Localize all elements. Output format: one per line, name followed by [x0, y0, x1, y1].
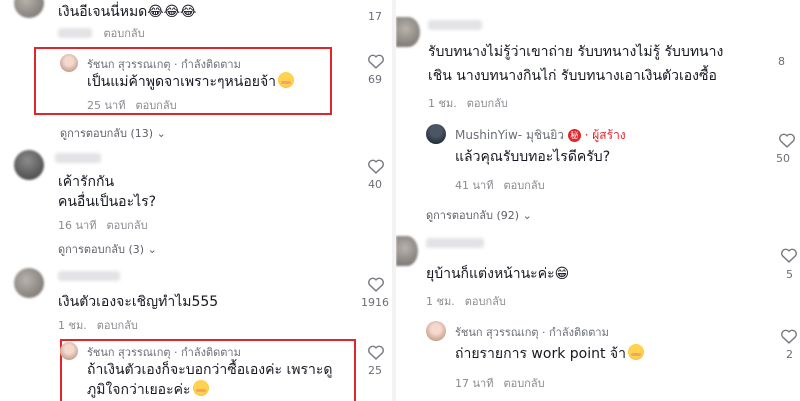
- comment-meta: 1 ชม. ตอบกลับ: [426, 292, 506, 310]
- comment-text-line2: เชิน นางบทนางกินไก่ รับบทนางเอาเงินตัวเอ…: [428, 68, 717, 84]
- like-count: 8: [778, 55, 785, 68]
- comment-text-line2: คนอื่นเป็นอะไร?: [58, 194, 157, 210]
- comment-meta: 16 นาที ตอบกลับ: [58, 216, 148, 234]
- comment-text: แล้วคุณรับบทอะไรดีครับ?: [455, 149, 611, 165]
- comment-text: เป็นแม่ค้าพูดจาเพราะๆหน่อยจ้า: [87, 72, 295, 92]
- reply-button[interactable]: ตอบกลับ: [104, 27, 145, 40]
- reply-button[interactable]: ตอบกลับ: [135, 99, 176, 112]
- comment-text-line1: ถ้าเงินตัวเองก็จะบอกว่าซื้อเองค่ะ เพราะด…: [87, 362, 333, 378]
- reply-button[interactable]: ตอบกลับ: [503, 179, 544, 192]
- comment-text: ถ่ายรายการ work point จ้า: [455, 344, 644, 364]
- left-comment-panel: เงินอีเจนนี่หมด😂😂😂 17 ตอบกลับ รัชนก สุวร…: [0, 0, 392, 401]
- chevron-down-icon: ⌄: [522, 209, 532, 222]
- like-count: 69: [368, 73, 382, 86]
- smiling-face-emoji: [278, 72, 295, 88]
- view-replies-link[interactable]: ดูการตอบกลับ (13) ⌄: [60, 124, 166, 142]
- like-count: 40: [368, 178, 382, 191]
- grinning-emoji: 😁: [554, 266, 570, 282]
- chevron-down-icon: ⌄: [147, 243, 157, 256]
- reply-button[interactable]: ตอบกลับ: [465, 295, 506, 308]
- like-heart-icon[interactable]: [780, 247, 798, 263]
- reply-button[interactable]: ตอบกลับ: [467, 97, 508, 110]
- comment-meta: 25 นาที ตอบกลับ: [87, 96, 177, 114]
- comment-author[interactable]: MushinYiw- มุชินยิว 秘 · ผู้สร้าง: [455, 126, 626, 145]
- comment-meta: 1 ชม. ตอบกลับ: [58, 316, 138, 334]
- like-heart-icon[interactable]: [367, 344, 385, 360]
- comment-meta: ตอบกลับ: [58, 24, 145, 42]
- comment-time: 41 นาที: [455, 179, 494, 192]
- blurred-username: [58, 271, 120, 281]
- like-count: 25: [368, 364, 382, 377]
- smiling-face-emoji: [192, 380, 209, 396]
- blurred-username: [426, 238, 484, 248]
- comment-meta: 41 นาที ตอบกลับ: [455, 176, 545, 194]
- commenter-avatar[interactable]: [396, 17, 420, 47]
- like-heart-icon[interactable]: [780, 328, 798, 344]
- author-avatar[interactable]: [60, 54, 78, 72]
- smiling-face-emoji: [627, 344, 644, 360]
- comment-text-line1: รับบทนางไม่รู้ว่าเขาถ่าย รับบทนางไม่รู้ …: [428, 44, 724, 60]
- comment-time: 1 ชม.: [428, 97, 457, 110]
- commenter-avatar[interactable]: [14, 150, 44, 180]
- like-count: 50: [776, 152, 790, 165]
- comment-time: 17 นาที: [455, 377, 494, 390]
- comment-time: 1 ชม.: [58, 319, 87, 332]
- comment-text: เงินอีเจนนี่หมด😂😂😂: [58, 4, 197, 20]
- comment-time: 16 นาที: [58, 219, 97, 232]
- comment-text: เงินตัวเองจะเชิญทำไม555: [58, 294, 219, 310]
- reply-button[interactable]: ตอบกลับ: [503, 377, 544, 390]
- like-count: 2: [786, 348, 793, 361]
- comment-author[interactable]: รัชนก สุวรรณเกตุ · กำลังติดตาม: [87, 55, 241, 73]
- view-replies-link[interactable]: ดูการตอบกลับ (3) ⌄: [58, 240, 157, 258]
- commenter-avatar[interactable]: [14, 0, 44, 18]
- like-count: 5: [786, 268, 793, 281]
- reply-button[interactable]: ตอบกลับ: [97, 319, 138, 332]
- commenter-avatar[interactable]: [14, 268, 44, 298]
- like-count: 1916: [361, 296, 389, 309]
- like-count: 17: [368, 10, 382, 23]
- view-replies-link[interactable]: ดูการตอบกลับ (92) ⌄: [426, 206, 532, 224]
- creator-badge-icon: 秘: [567, 129, 581, 142]
- creator-avatar[interactable]: [426, 124, 446, 144]
- comment-meta: 1 ชม. ตอบกลับ: [428, 94, 508, 112]
- like-heart-icon[interactable]: [367, 158, 385, 174]
- blurred-username: [428, 20, 482, 30]
- reply-button[interactable]: ตอบกลับ: [106, 219, 147, 232]
- comment-text-line2: ภูมิใจกว่าเยอะค่ะ: [87, 380, 209, 400]
- author-avatar[interactable]: [426, 321, 446, 341]
- comment-time: 1 ชม.: [426, 295, 455, 308]
- comment-text-line1: เค้ารักกัน: [58, 174, 115, 190]
- like-heart-icon[interactable]: [778, 132, 796, 148]
- comment-author[interactable]: รัชนก สุวรรณเกตุ · กำลังติดตาม: [455, 323, 609, 341]
- creator-label: · ผู้สร้าง: [584, 128, 626, 142]
- right-comment-panel: รับบทนางไม่รู้ว่าเขาถ่าย รับบทนางไม่รู้ …: [396, 0, 800, 401]
- author-avatar[interactable]: [60, 342, 78, 360]
- like-heart-icon[interactable]: [367, 276, 385, 292]
- laughing-emoji: 😂😂😂: [147, 4, 197, 20]
- comment-author[interactable]: รัชนก สุวรรณเกตุ · กำลังติดตาม: [87, 343, 241, 361]
- comment-time: 25 นาที: [87, 99, 126, 112]
- comment-text: ยุบ้านก็แต่งหน้านะค่ะ😁: [426, 266, 570, 282]
- chevron-down-icon: ⌄: [156, 127, 166, 140]
- blurred-username: [55, 153, 101, 163]
- like-heart-icon[interactable]: [367, 53, 385, 69]
- comment-meta: 17 นาที ตอบกลับ: [455, 374, 545, 392]
- commenter-avatar[interactable]: [396, 236, 418, 266]
